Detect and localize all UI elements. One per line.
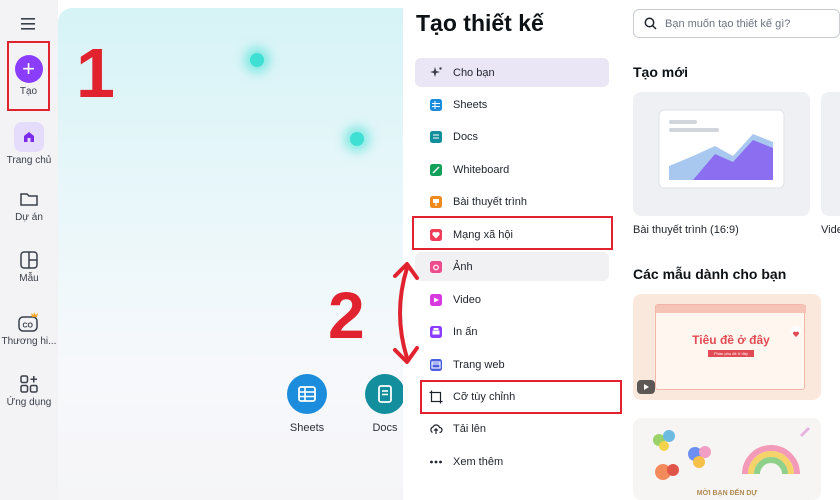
heart-badge-icon (791, 326, 801, 337)
menu-item-sheets[interactable]: Sheets (415, 90, 609, 119)
search-icon (644, 17, 657, 30)
menu-label: Video (453, 293, 481, 306)
new-video-label: Vide (821, 224, 840, 236)
menu-item-more[interactable]: Xem thêm (415, 447, 609, 476)
hamburger-menu-icon[interactable] (19, 16, 39, 32)
rail-label-home: Trang chủ (6, 155, 52, 166)
rail-label-templates: Mẫu (19, 273, 39, 284)
menu-label: Whiteboard (453, 163, 510, 176)
video-icon (429, 293, 443, 307)
sparkle-icon (429, 66, 443, 80)
template-heading: Tiêu đề ở đây (692, 333, 770, 347)
search-input[interactable]: Bạn muốn tạo thiết kế gì? (633, 9, 840, 38)
docs-icon (429, 130, 443, 144)
template-subtitle: Phần phụ đề ở đây (708, 350, 754, 357)
printer-icon (429, 325, 443, 339)
menu-item-presentation[interactable]: Bài thuyết trình (415, 187, 609, 216)
template-invite-text: MỜI BẠN ĐẾN DỰ (696, 490, 758, 497)
sheets-icon (429, 98, 443, 112)
new-presentation-tile[interactable] (633, 92, 810, 216)
home-icon (14, 122, 44, 152)
template-card-2[interactable]: MỜI BẠN ĐẾN DỰ (633, 418, 821, 500)
svg-text:CO: CO (23, 323, 34, 330)
menu-item-whiteboard[interactable]: Whiteboard (415, 155, 609, 184)
menu-item-video[interactable]: Video (415, 285, 609, 314)
highlight-social-box (412, 216, 613, 250)
templates-section-title: Các mẫu dành cho bạn (633, 266, 787, 282)
web-icon (429, 358, 443, 372)
rail-item-home[interactable]: Trang chủ (0, 122, 58, 166)
rail-item-templates[interactable]: Mẫu (0, 250, 58, 284)
template-card-1[interactable]: Tiêu đề ở đây Phần phụ đề ở đây (633, 294, 821, 400)
new-section-title: Tạo mới (633, 64, 689, 80)
right-content: Bạn muốn tạo thiết kế gì? Tạo mới Bài th… (618, 0, 840, 500)
docs-bubble-icon (365, 374, 403, 414)
upload-icon (429, 422, 443, 436)
menu-item-photo[interactable]: Ảnh (415, 252, 609, 281)
search-placeholder: Bạn muốn tạo thiết kế gì? (665, 17, 791, 30)
quick-create-docs[interactable]: Docs (355, 374, 403, 434)
menu-item-for-you[interactable]: Cho bạn (415, 58, 609, 87)
menu-label: Xem thêm (453, 455, 504, 468)
more-icon (429, 455, 443, 469)
rail-label-apps: Ứng dụng (6, 397, 52, 408)
menu-label: Trang web (453, 358, 505, 371)
menu-item-upload[interactable]: Tải lên (415, 414, 609, 443)
docs-bubble-label: Docs (372, 422, 398, 434)
folder-icon (20, 193, 38, 206)
rail-item-projects[interactable]: Dự án (0, 189, 58, 223)
sheets-bubble-icon (287, 374, 327, 414)
rail-label-brand: Thương hi... (1, 336, 57, 347)
sheets-bubble-label: Sheets (289, 422, 325, 434)
rail-item-apps[interactable]: Ứng dụng (0, 374, 58, 408)
apps-icon (20, 375, 38, 393)
menu-item-website[interactable]: Trang web (415, 350, 609, 379)
template-frame: Tiêu đề ở đây Phần phụ đề ở đây (655, 304, 806, 390)
menu-label: Sheets (453, 98, 488, 111)
menu-item-docs[interactable]: Docs (415, 122, 609, 151)
new-video-tile[interactable] (821, 92, 840, 216)
brand-kit-icon: CO (18, 312, 38, 332)
play-icon (637, 380, 655, 394)
create-design-panel: Tạo thiết kế Cho bạn Sheets Docs Whitebo… (403, 0, 618, 500)
highlight-custom-size-box (420, 380, 622, 414)
panel-title: Tạo thiết kế (416, 10, 544, 36)
menu-label: Docs (453, 130, 479, 143)
decorative-glow (250, 53, 264, 67)
presentation-thumbnail-icon (658, 109, 785, 189)
menu-label: Ảnh (453, 260, 473, 273)
double-arrow-icon (393, 262, 419, 364)
plus-icon: + (14, 55, 43, 83)
create-button[interactable]: + Tạo (7, 41, 50, 111)
menu-label: In ấn (453, 325, 478, 338)
decorative-glow (350, 132, 364, 146)
whiteboard-icon (429, 163, 443, 177)
menu-item-print[interactable]: In ấn (415, 317, 609, 346)
presentation-icon (429, 195, 443, 209)
quick-create-sheets[interactable]: Sheets (277, 374, 337, 434)
annotation-step-2: 2 (328, 278, 365, 352)
left-rail: + Tạo Trang chủ Dự án Mẫu CO Thương hi..… (0, 0, 58, 500)
menu-label: Bài thuyết trình (453, 195, 527, 208)
flowers-illustration-icon (653, 426, 811, 480)
camera-icon (429, 260, 443, 274)
menu-label: Tải lên (453, 422, 487, 435)
rail-item-brand[interactable]: CO Thương hi... (0, 311, 58, 347)
new-presentation-label: Bài thuyết trình (16:9) (633, 224, 739, 236)
template-icon (20, 251, 38, 269)
rail-label-projects: Dự án (15, 212, 43, 223)
template-titlebar (656, 305, 806, 313)
annotation-step-1: 1 (76, 34, 115, 112)
create-label: Tạo (19, 86, 38, 97)
menu-label: Cho bạn (453, 66, 495, 79)
